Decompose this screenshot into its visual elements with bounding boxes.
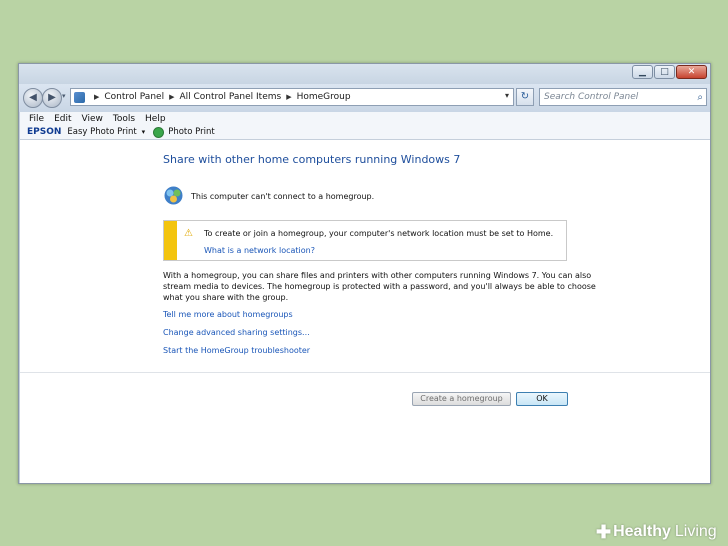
- search-input[interactable]: Search Control Panel ⌕: [539, 88, 707, 106]
- control-panel-icon: [74, 91, 85, 103]
- easy-photo-print-button[interactable]: Easy Photo Print: [67, 127, 136, 137]
- ok-button[interactable]: OK: [516, 392, 568, 406]
- breadcrumb-separator-icon[interactable]: ▶: [94, 93, 99, 101]
- homegroup-content: Share with other home computers running …: [20, 140, 710, 483]
- search-icon[interactable]: ⌕: [697, 90, 703, 106]
- menu-tools[interactable]: Tools: [113, 114, 135, 124]
- menu-file[interactable]: File: [29, 114, 44, 124]
- warning-icon: ⚠: [184, 228, 193, 239]
- divider: [20, 372, 710, 373]
- menu-bar: File Edit View Tools Help: [20, 112, 710, 125]
- description-line: With a homegroup, you can share files an…: [163, 271, 592, 280]
- menu-help[interactable]: Help: [145, 114, 166, 124]
- photo-print-icon: [153, 126, 165, 138]
- title-bar[interactable]: ▁ □ ✕: [19, 64, 710, 84]
- watermark-brand-living: Living: [674, 523, 717, 540]
- page-title: Share with other home computers running …: [163, 153, 461, 166]
- easy-photo-print-dropdown-icon[interactable]: ▾: [142, 128, 146, 136]
- menu-edit[interactable]: Edit: [54, 114, 71, 124]
- refresh-button[interactable]: ↻: [516, 88, 534, 106]
- create-homegroup-button[interactable]: Create a homegroup: [412, 392, 511, 406]
- breadcrumb-separator-icon[interactable]: ▶: [169, 93, 174, 101]
- description-line: stream media to devices. The homegroup i…: [163, 282, 596, 291]
- breadcrumb-control-panel[interactable]: Control Panel: [104, 92, 164, 102]
- breadcrumb-homegroup[interactable]: HomeGroup: [297, 92, 351, 102]
- advanced-sharing-link[interactable]: Change advanced sharing settings...: [163, 328, 310, 337]
- breadcrumb-separator-icon[interactable]: ▶: [286, 93, 291, 101]
- address-dropdown-icon[interactable]: ▾: [505, 91, 509, 100]
- tell-me-more-link[interactable]: Tell me more about homegroups: [163, 310, 293, 319]
- address-bar[interactable]: ▶ Control Panel ▶ All Control Panel Item…: [70, 88, 514, 106]
- network-location-link[interactable]: What is a network location?: [204, 246, 315, 255]
- watermark-brand-healthy: Healthy: [613, 523, 671, 540]
- homegroup-description: With a homegroup, you can share files an…: [163, 270, 596, 303]
- navigation-bar: ◀ ▶ ▾ ▶ Control Panel ▶ All Control Pane…: [19, 84, 710, 112]
- warning-strip: [164, 221, 177, 260]
- healthy-living-watermark: ✚ Healthy Living: [596, 521, 717, 543]
- description-line: what you share with the group.: [163, 293, 289, 302]
- caption-buttons: ▁ □ ✕: [631, 65, 707, 79]
- cross-icon: ✚: [596, 521, 612, 542]
- epson-toolbar: EPSON Easy Photo Print ▾ Photo Print: [20, 125, 710, 140]
- search-placeholder: Search Control Panel: [544, 92, 639, 102]
- menu-view[interactable]: View: [82, 114, 103, 124]
- breadcrumb-all-items[interactable]: All Control Panel Items: [179, 92, 281, 102]
- troubleshooter-link[interactable]: Start the HomeGroup troubleshooter: [163, 346, 310, 355]
- warning-text: To create or join a homegroup, your comp…: [204, 229, 554, 238]
- back-button[interactable]: ◀: [23, 88, 43, 108]
- minimize-button[interactable]: ▁: [632, 65, 653, 79]
- homegroup-icon: [164, 186, 183, 205]
- connection-status: This computer can't connect to a homegro…: [191, 192, 375, 201]
- epson-logo: EPSON: [27, 127, 62, 137]
- control-panel-window: ▁ □ ✕ ◀ ▶ ▾ ▶ Control Panel ▶ All Contro…: [18, 63, 711, 484]
- recent-pages-dropdown-icon[interactable]: ▾: [62, 92, 66, 100]
- maximize-button[interactable]: □: [654, 65, 675, 79]
- forward-button[interactable]: ▶: [42, 88, 62, 108]
- warning-panel: ⚠ To create or join a homegroup, your co…: [163, 220, 567, 261]
- close-button[interactable]: ✕: [676, 65, 707, 79]
- photo-print-button[interactable]: Photo Print: [168, 127, 215, 137]
